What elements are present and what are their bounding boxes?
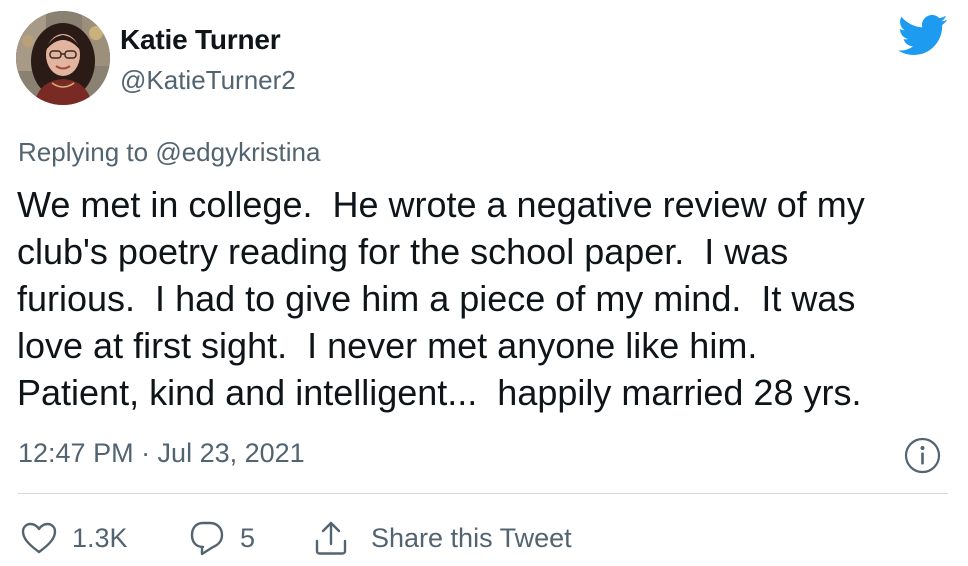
tweet-actions: 1.3K 5 Share this Tweet bbox=[0, 516, 968, 560]
reply-bubble-icon bbox=[190, 521, 224, 556]
reply-count: 5 bbox=[240, 522, 256, 553]
heart-icon bbox=[21, 522, 57, 554]
tweet-timestamp[interactable]: 12:47 PM · Jul 23, 2021 bbox=[18, 438, 305, 469]
tweet-text-line: Patient, kind and intelligent... happily… bbox=[17, 372, 862, 413]
profile-photo bbox=[16, 11, 110, 105]
twitter-bird-icon[interactable] bbox=[896, 13, 948, 57]
replying-to-label: Replying to bbox=[18, 137, 149, 167]
tweet-text-line: We met in college. He wrote a negative r… bbox=[17, 184, 865, 225]
tweet-text: We met in college. He wrote a negative r… bbox=[17, 181, 957, 416]
display-name[interactable]: Katie Turner bbox=[120, 24, 281, 56]
info-icon[interactable] bbox=[904, 437, 941, 474]
reply-context: Replying to @edgykristina bbox=[18, 137, 320, 168]
share-icon bbox=[315, 521, 347, 555]
tweet-card: Katie Turner @KatieTurner2 Replying to @… bbox=[0, 0, 968, 566]
like-button[interactable]: 1.3K bbox=[20, 516, 128, 560]
user-handle[interactable]: @KatieTurner2 bbox=[120, 65, 296, 96]
divider bbox=[18, 493, 948, 494]
like-count: 1.3K bbox=[72, 522, 128, 553]
avatar[interactable] bbox=[16, 11, 110, 105]
tweet-text-line: love at first sight. I never met anyone … bbox=[17, 325, 758, 366]
share-label: Share this Tweet bbox=[371, 522, 572, 553]
reply-to-handle-link[interactable]: @edgykristina bbox=[155, 137, 320, 167]
share-button[interactable]: Share this Tweet bbox=[313, 516, 572, 560]
tweet-text-line: club's poetry reading for the school pap… bbox=[17, 231, 789, 272]
reply-button[interactable]: 5 bbox=[188, 516, 255, 560]
tweet-text-line: furious. I had to give him a piece of my… bbox=[17, 278, 856, 319]
